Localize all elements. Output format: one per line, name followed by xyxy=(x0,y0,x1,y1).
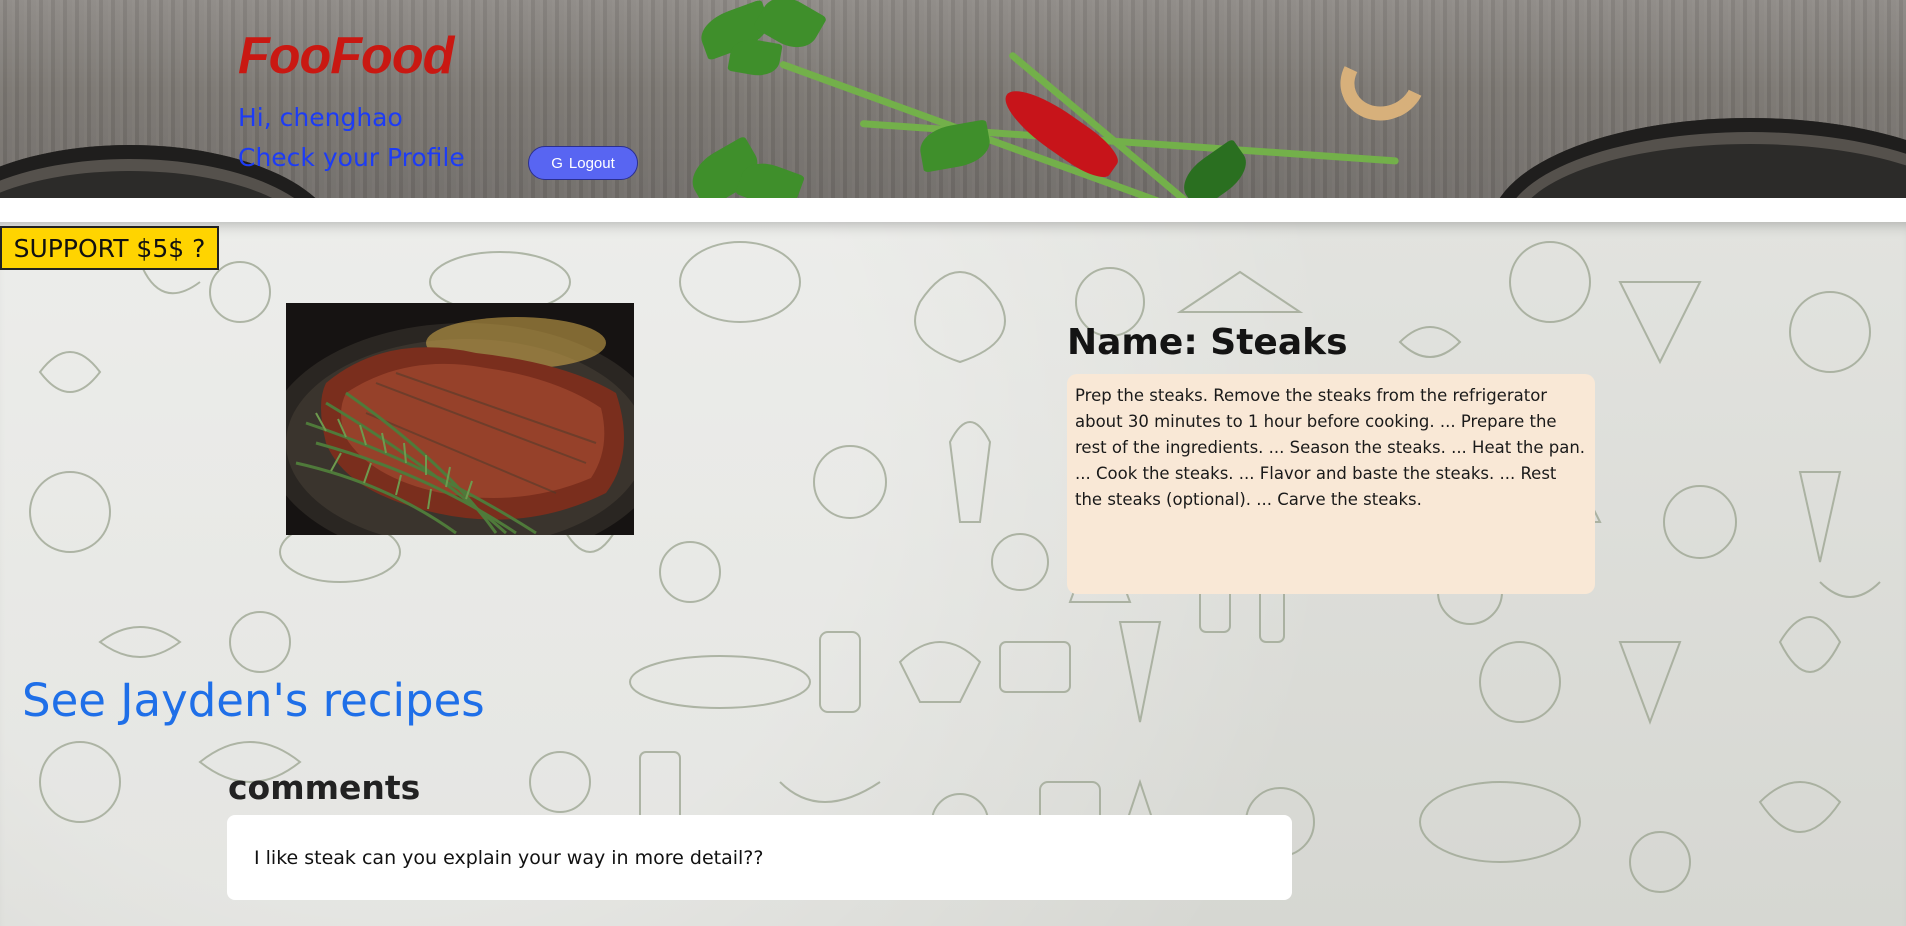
steak-image xyxy=(286,303,634,535)
brand-logo[interactable]: FooFood xyxy=(238,26,454,86)
logout-button[interactable]: G Logout xyxy=(528,146,638,180)
comments-heading: comments xyxy=(228,768,421,807)
cashew-nut xyxy=(1329,29,1437,133)
header-banner: FooFood Hi, chenghao Check your Profile … xyxy=(0,0,1906,198)
support-button[interactable]: SUPPORT $5$ ? xyxy=(0,226,219,270)
comment-item: I like steak can you explain your way in… xyxy=(227,815,1292,900)
recipe-title: Name: Steaks xyxy=(1067,322,1348,363)
recipe-description: Prep the steaks. Remove the steaks from … xyxy=(1067,374,1595,594)
comment-text: I like steak can you explain your way in… xyxy=(254,846,764,869)
logout-label: Logout xyxy=(568,154,615,172)
plate-decoration xyxy=(1490,118,1906,198)
profile-link[interactable]: Check your Profile xyxy=(238,143,465,172)
recipe-photo xyxy=(286,303,634,535)
author-recipes-link[interactable]: See Jayden's recipes xyxy=(22,674,485,727)
google-g-icon: G xyxy=(551,154,563,172)
greeting-text: Hi, chenghao xyxy=(238,103,403,132)
